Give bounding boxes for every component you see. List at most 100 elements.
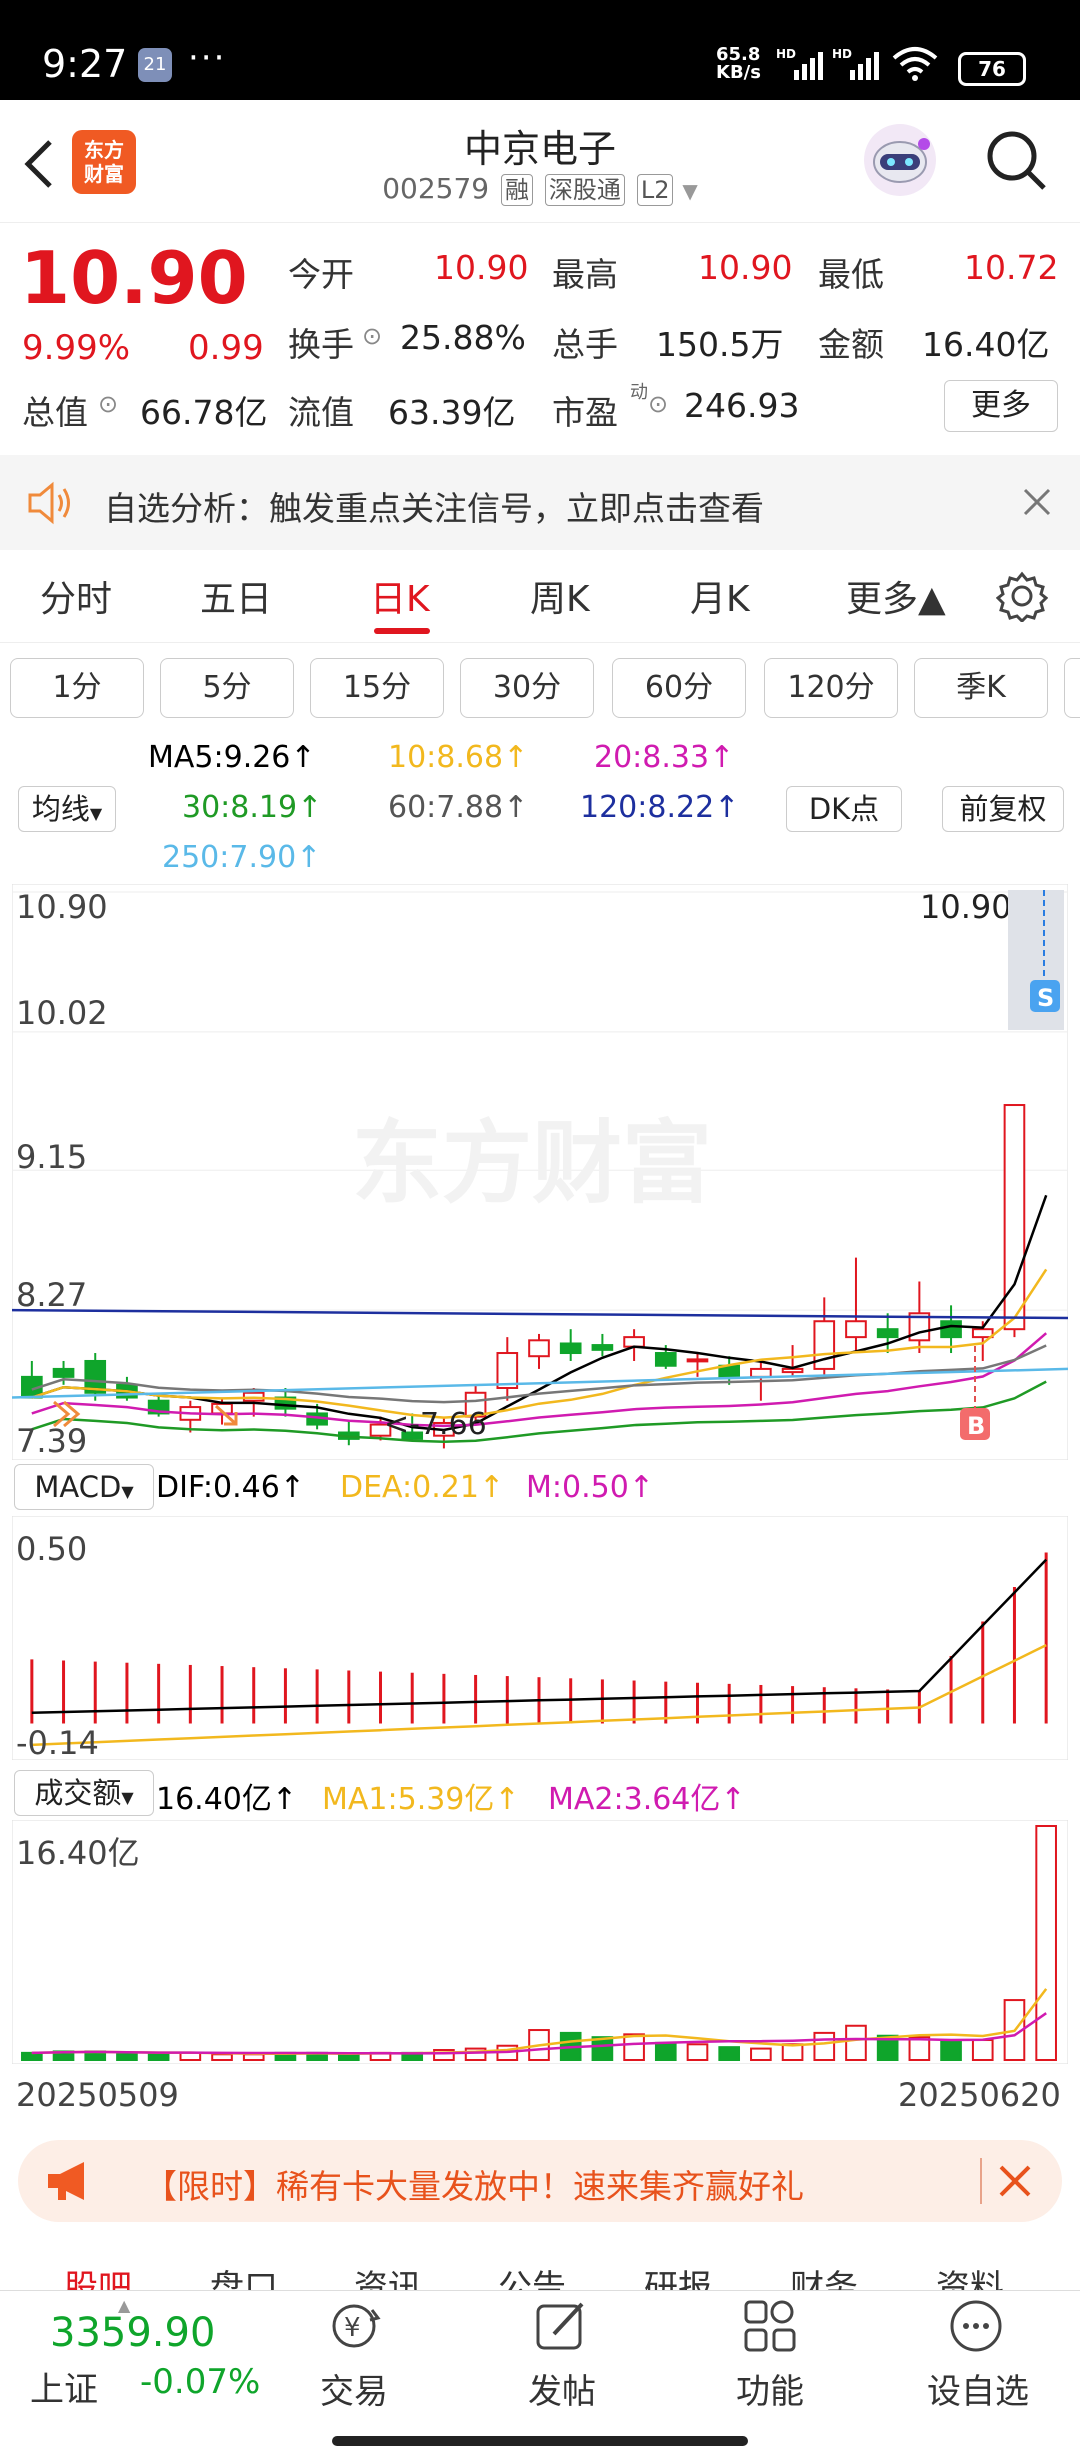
battery-icon: 76 (958, 52, 1026, 86)
index-name: 上证 (30, 2370, 98, 2410)
chip-5min[interactable]: 5分 (160, 658, 294, 718)
amount-label: 金额 (818, 325, 884, 364)
chip-60min[interactable]: 60分 (612, 658, 746, 718)
tab-weekly-k[interactable]: 周K (530, 570, 590, 622)
buy-marker-label: B (967, 1412, 985, 1440)
notice-bar[interactable]: 自选分析：触发重点关注信号，立即点击查看 (0, 455, 1080, 550)
adjust-button[interactable]: 前复权 (942, 786, 1064, 832)
nav-functions[interactable]: 功能 (710, 2364, 830, 2413)
volume-bar (845, 2024, 867, 2062)
divider (0, 642, 1080, 643)
info-icon-2[interactable]: ⊙ (98, 390, 118, 418)
volume-y-tick: 16.40亿 (16, 1834, 140, 1872)
y-tick-0: 10.90 (16, 888, 108, 926)
volume-bar (211, 2053, 233, 2061)
status-time: 9:27 (42, 42, 128, 86)
low-label: 最低 (818, 255, 884, 294)
chip-120min[interactable]: 120分 (764, 658, 898, 718)
dk-point-button[interactable]: DK点 (786, 786, 902, 832)
search-icon[interactable] (984, 128, 1048, 192)
index-value[interactable]: 3359.90 (50, 2310, 215, 2356)
chip-1min[interactable]: 1分 (10, 658, 144, 718)
date-start: 20250509 (16, 2076, 179, 2114)
tab-monthly-k[interactable]: 月K (690, 570, 750, 622)
svg-text:¥: ¥ (344, 2313, 361, 2343)
kline-chart[interactable]: 东方财富 10.90 10.02 9.15 8.27 7.39 10.90-> … (12, 884, 1068, 1460)
volume-bar (242, 2053, 265, 2061)
dif-value: DIF:0.46↑ (156, 1470, 305, 1505)
pe-value: 246.93 (684, 386, 800, 425)
low-price-label: <-7.66 (384, 1407, 487, 1442)
volume-chart[interactable]: 16.40亿 (12, 1820, 1068, 2064)
notice-text: 自选分析：触发重点关注信号，立即点击查看 (104, 489, 764, 528)
macd-chart[interactable]: 0.50 -0.14 (12, 1516, 1068, 1760)
robot-assistant-icon[interactable] (862, 122, 938, 198)
volume-selector[interactable]: 成交额▼ (14, 1770, 154, 1816)
low-value: 10.72 (964, 248, 1059, 287)
ma120-value: 120:8.22↑ (580, 790, 740, 825)
add-watchlist-icon (950, 2300, 1002, 2352)
volume-bar (686, 2043, 709, 2061)
nav-post[interactable]: 发帖 (502, 2364, 622, 2413)
gear-icon[interactable] (996, 570, 1048, 622)
tab-five-day[interactable]: 五日 (200, 570, 272, 622)
dropdown-icon: ▼ (121, 1482, 134, 1501)
volume-bar (971, 2039, 994, 2061)
speaker-icon (28, 481, 70, 525)
top-bar: 东方 财富 中京电子 002579 融 深股通 L2 ▼ (0, 100, 1080, 220)
chip-30min[interactable]: 30分 (460, 658, 594, 718)
tab-intraday[interactable]: 分时 (40, 570, 112, 622)
candle (940, 1320, 962, 1339)
chip-15min[interactable]: 15分 (310, 658, 444, 718)
open-value: 10.90 (434, 248, 529, 287)
dropdown-icon: ▼ (121, 1788, 134, 1807)
chip-overflow[interactable] (1064, 658, 1080, 718)
more-notifications-icon: ··· (188, 38, 227, 78)
promo-banner[interactable]: 【限时】稀有卡大量发放中！速来集齐赢好礼 (18, 2140, 1062, 2222)
chip-quarter[interactable]: 季K (914, 658, 1048, 718)
volume-selector-label: 成交额 (34, 1776, 122, 1810)
high-value: 10.90 (698, 248, 793, 287)
high-label: 最高 (552, 255, 618, 294)
sell-marker-label: S (1037, 984, 1054, 1012)
turnover-value: 25.88% (400, 318, 526, 357)
ma10-value: 10:8.68↑ (388, 740, 529, 775)
volume-bar (147, 2053, 170, 2061)
change-pct: 9.99% (22, 328, 131, 368)
close-icon[interactable] (998, 2164, 1032, 2198)
more-button[interactable]: 更多 (944, 380, 1058, 432)
nav-add-watchlist[interactable]: 设自选 (918, 2364, 1038, 2413)
index-change: -0.07% (140, 2362, 261, 2402)
tab-more[interactable]: 更多▲ (846, 570, 946, 622)
change-value: 0.99 (188, 328, 264, 368)
volume-ma1: MA1:5.39亿↑ (322, 1782, 520, 1817)
candle (528, 1339, 550, 1358)
candle (971, 1328, 994, 1339)
chevron-up-icon[interactable]: ▲ (118, 2296, 130, 2315)
tag-level2: L2 (636, 174, 674, 206)
dropdown-icon[interactable]: ▼ (682, 179, 697, 203)
pe-label: 市盈 (552, 393, 618, 432)
candle (845, 1320, 867, 1339)
macd-selector[interactable]: MACD▼ (14, 1464, 154, 1510)
y-tick-3: 8.27 (16, 1276, 87, 1314)
candle (686, 1358, 709, 1363)
tab-daily-k[interactable]: 日K (370, 570, 430, 622)
date-end: 20250620 (898, 2076, 1061, 2114)
mktcap-value: 66.78亿 (140, 393, 268, 432)
macd-selector-label: MACD (34, 1470, 122, 1504)
ma20-value: 20:8.33↑ (594, 740, 735, 775)
nav-trade[interactable]: 交易 (294, 2364, 414, 2413)
macd-y-tick-bottom: -0.14 (16, 1724, 99, 1760)
info-icon[interactable]: ⊙ (362, 322, 382, 350)
dropdown-icon: ▼ (89, 804, 103, 823)
info-icon-3[interactable]: ⊙ (648, 390, 668, 418)
volume-ma2: MA2:3.64亿↑ (548, 1782, 746, 1817)
home-indicator (332, 2436, 748, 2446)
amount-value: 16.40亿 (922, 325, 1050, 364)
functions-icon (744, 2300, 796, 2352)
candle (52, 1367, 75, 1378)
ma-selector[interactable]: 均线▼ (18, 786, 116, 832)
close-icon[interactable] (1022, 487, 1052, 517)
float-label: 流值 (288, 393, 354, 432)
